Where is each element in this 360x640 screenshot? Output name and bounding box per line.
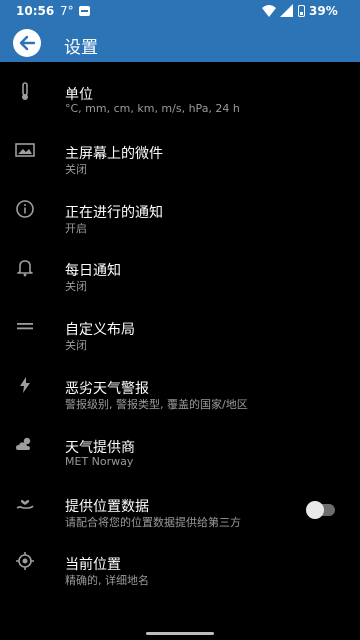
status-time: 10:56 <box>16 4 55 18</box>
signal-icon <box>280 4 293 17</box>
setting-current-location[interactable]: 当前位置 精确的, 详细地名 <box>0 532 360 591</box>
notification-icon <box>79 6 90 16</box>
setting-subtitle: MET Norway <box>65 454 134 468</box>
setting-subtitle: 精确的, 详细地名 <box>65 574 149 588</box>
equals-icon <box>14 315 36 337</box>
setting-subtitle: °C, mm, cm, km, m/s, hPa, 24 h <box>65 102 240 115</box>
setting-title: 自定义布局 <box>65 322 135 339</box>
setting-title: 天气提供商 <box>65 439 135 456</box>
app-bar: 设置 <box>0 24 360 62</box>
setting-title: 恶劣天气警报 <box>65 380 149 397</box>
weather-icon <box>14 433 36 455</box>
setting-subtitle: 警报级别, 警报类型, 覆盖的国家/地区 <box>65 397 248 411</box>
setting-title: 正在进行的通知 <box>65 204 163 221</box>
hand-heart-icon <box>14 492 36 514</box>
battery-percent: 39% <box>309 4 338 18</box>
arrow-left-icon <box>19 35 36 51</box>
setting-ongoing-notification[interactable]: 正在进行的通知 开启 <box>0 180 360 239</box>
battery-icon <box>298 5 305 17</box>
setting-subtitle: 关闭 <box>65 339 87 353</box>
wifi-icon <box>262 5 276 17</box>
setting-subtitle: 请配合将您的位置数据提供给第三方 <box>65 515 241 529</box>
setting-title: 单位 <box>65 87 93 103</box>
info-icon <box>14 198 36 220</box>
lightning-icon <box>14 374 36 396</box>
setting-daily-notification[interactable]: 每日通知 关闭 <box>0 238 360 297</box>
setting-subtitle: 关闭 <box>65 280 87 294</box>
page-title: 设置 <box>64 38 98 58</box>
setting-provide-location-data[interactable]: 提供位置数据 请配合将您的位置数据提供给第三方 <box>0 474 360 533</box>
setting-severe-weather-alerts[interactable]: 恶劣天气警报 警报级别, 警报类型, 覆盖的国家/地区 <box>0 356 360 415</box>
image-icon <box>14 139 36 161</box>
settings-list: 单位 °C, mm, cm, km, m/s, hPa, 24 h 主屏幕上的微… <box>0 62 360 591</box>
setting-units[interactable]: 单位 °C, mm, cm, km, m/s, hPa, 24 h <box>0 62 360 121</box>
toggle-knob <box>306 500 324 519</box>
status-temperature: 7° <box>60 4 74 18</box>
back-button[interactable] <box>13 29 41 57</box>
home-indicator[interactable] <box>146 632 214 635</box>
setting-subtitle: 关闭 <box>65 162 87 176</box>
status-bar: 10:56 7° 39% <box>0 0 360 24</box>
bell-icon <box>14 256 36 278</box>
setting-title: 提供位置数据 <box>65 498 149 515</box>
setting-title: 每日通知 <box>65 263 121 280</box>
setting-weather-provider[interactable]: 天气提供商 MET Norway <box>0 415 360 474</box>
setting-title: 当前位置 <box>65 557 121 574</box>
setting-subtitle: 开启 <box>65 221 87 235</box>
thermometer-icon <box>14 80 36 102</box>
setting-title: 主屏幕上的微件 <box>65 145 163 162</box>
setting-custom-layout[interactable]: 自定义布局 关闭 <box>0 297 360 356</box>
location-data-toggle[interactable] <box>306 500 335 519</box>
location-icon <box>14 550 36 572</box>
setting-home-widget[interactable]: 主屏幕上的微件 关闭 <box>0 121 360 180</box>
